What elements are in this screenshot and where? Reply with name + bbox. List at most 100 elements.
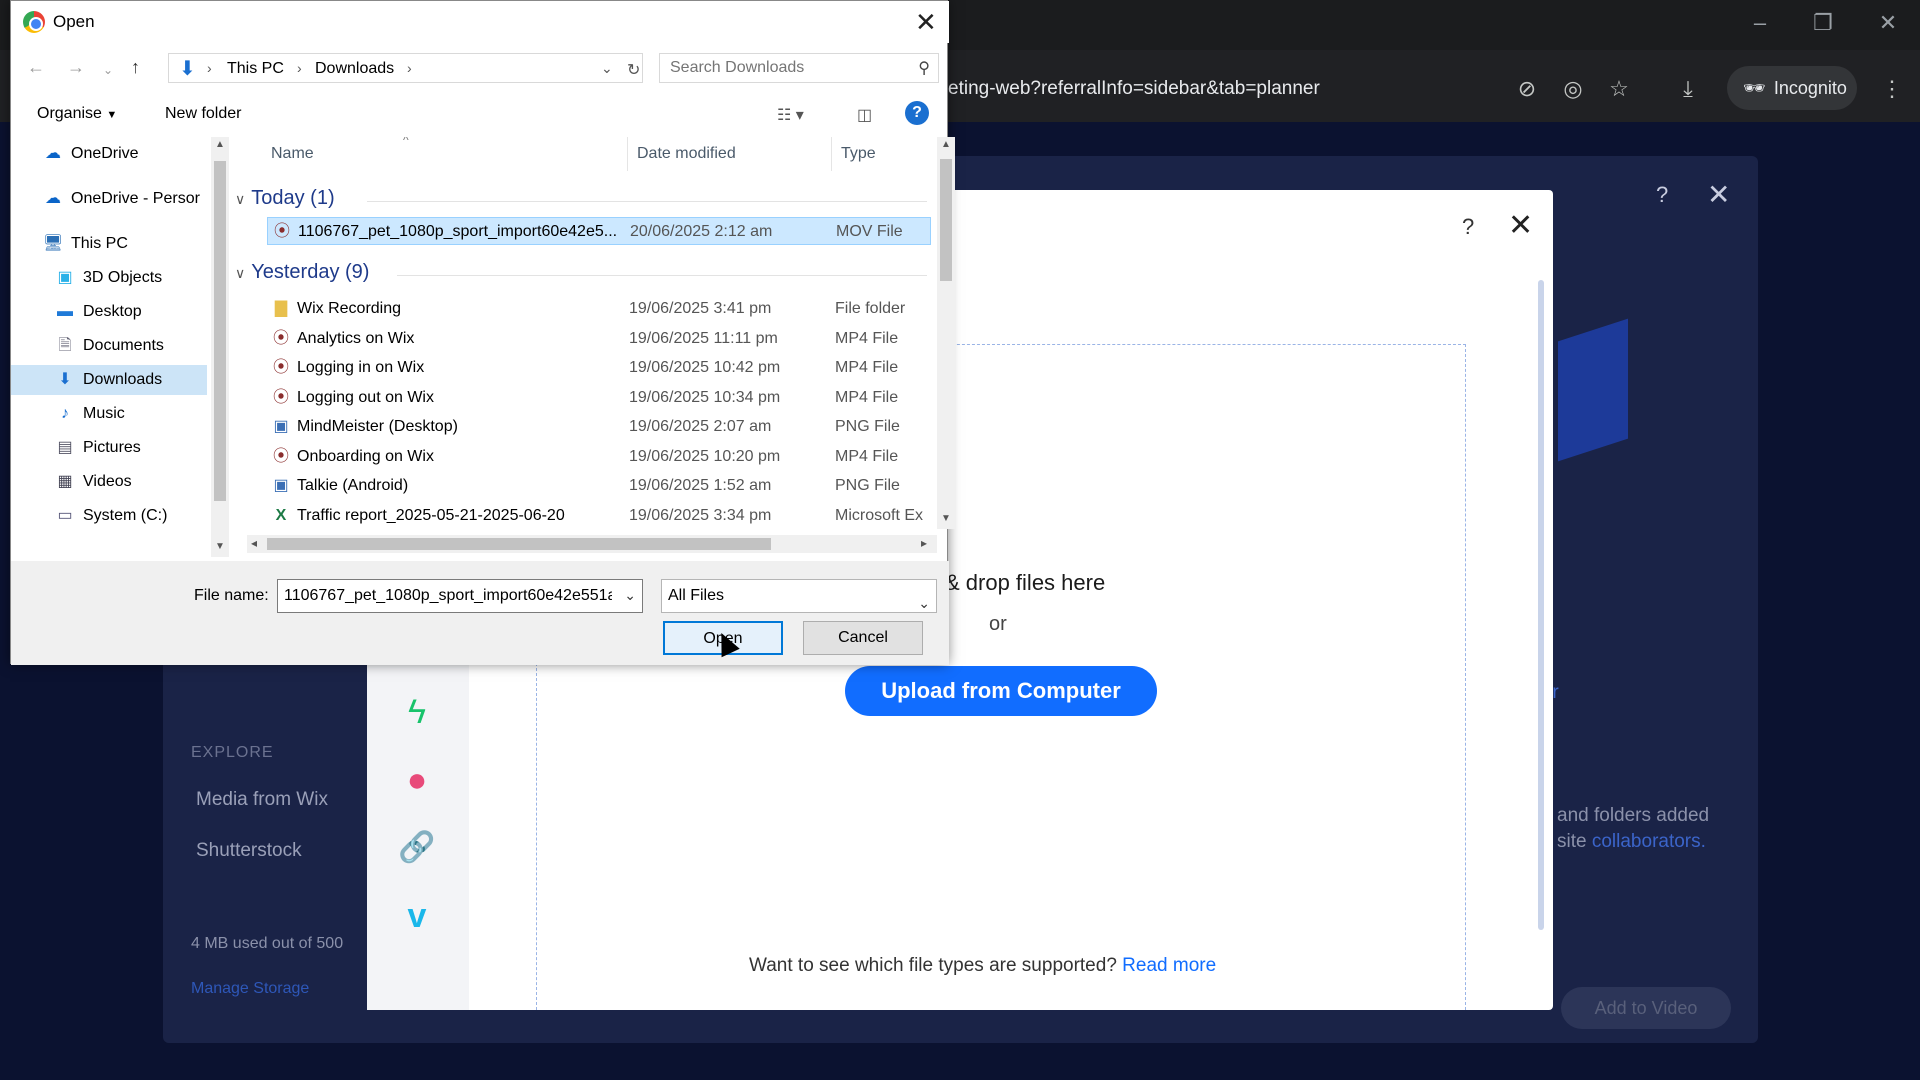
upload-from-computer-button[interactable]: Upload from Computer: [845, 666, 1157, 716]
upload-help-icon[interactable]: ?: [1462, 214, 1474, 240]
link-icon[interactable]: 🔗: [395, 826, 439, 870]
add-to-video-button[interactable]: Add to Video: [1561, 987, 1731, 1029]
file-row[interactable]: X Traffic report_2025-05-21-2025-06-20 1…: [267, 502, 931, 530]
dialog-title-bar: Open ✕: [11, 1, 949, 43]
cloud-icon: ☁: [45, 145, 61, 162]
nav-item-onedrive[interactable]: ☁ OneDrive: [11, 139, 207, 169]
nav-item-pictures[interactable]: ▤ Pictures: [11, 433, 207, 463]
minimize-icon[interactable]: –: [1740, 10, 1780, 36]
read-more-link[interactable]: Read more: [1122, 955, 1216, 976]
preview-pane-icon[interactable]: ◫: [857, 105, 872, 125]
nav-scroll-thumb[interactable]: [214, 161, 226, 501]
nav-item-3d-objects[interactable]: ▣ 3D Objects: [11, 263, 207, 293]
video-icon: ▦: [57, 473, 73, 490]
vertical-scroll-thumb[interactable]: [940, 159, 952, 281]
file-row[interactable]: ▣ Talkie (Android) 19/06/2025 1:52 am PN…: [267, 472, 931, 500]
nav-item-desktop[interactable]: ▬ Desktop: [11, 297, 207, 327]
chevron-down-icon[interactable]: ⌄: [624, 587, 636, 604]
eye-off-icon[interactable]: ◎: [1558, 74, 1588, 104]
vimeo-icon[interactable]: v: [395, 894, 439, 938]
download-icon[interactable]: ⤓: [1673, 74, 1703, 104]
breadcrumb-this-pc[interactable]: This PC: [227, 60, 284, 78]
horizontal-scroll-thumb[interactable]: [267, 538, 771, 550]
file-row[interactable]: ⦿ Logging in on Wix 19/06/2025 10:42 pm …: [267, 354, 931, 382]
address-bar[interactable]: eting-web?referralInfo=sidebar&tab=plann…: [948, 70, 1508, 108]
manage-storage-link[interactable]: Manage Storage: [191, 980, 309, 998]
menu-icon[interactable]: ⋮: [1877, 74, 1907, 104]
dribbble-icon[interactable]: ●: [395, 758, 439, 802]
recent-chevron-icon[interactable]: ⌄: [103, 63, 113, 77]
nav-item-music[interactable]: ♪ Music: [11, 399, 207, 429]
or-text: or: [989, 613, 1007, 635]
column-header-name[interactable]: Name: [271, 145, 314, 163]
scroll-down-icon[interactable]: ▼: [941, 513, 951, 524]
restore-icon[interactable]: ❐: [1803, 10, 1843, 36]
nav-item-downloads[interactable]: ⬇ Downloads: [11, 365, 207, 395]
nav-item-system-c[interactable]: ▭ System (C:): [11, 501, 207, 531]
cancel-button[interactable]: Cancel: [803, 621, 923, 655]
file-row[interactable]: ▇ Wix Recording 19/06/2025 3:41 pm File …: [267, 295, 931, 323]
file-row[interactable]: ⦿ 1106767_pet_1080p_sport_import60e42e5.…: [267, 217, 931, 245]
dialog-close-icon[interactable]: ✕: [915, 7, 937, 38]
file-name-input[interactable]: [278, 580, 612, 612]
upload-close-icon[interactable]: ✕: [1508, 208, 1533, 243]
scroll-right-icon[interactable]: ▸: [921, 536, 927, 550]
downloads-arrow-icon: ⬇: [179, 58, 196, 80]
music-icon: ♪: [61, 405, 69, 422]
breadcrumb-downloads[interactable]: Downloads: [315, 60, 394, 78]
chrome-icon: [23, 11, 45, 33]
refresh-icon[interactable]: ↻: [627, 60, 640, 80]
nav-item-documents[interactable]: 🗎 Documents: [11, 331, 207, 361]
view-options-icon[interactable]: ☷ ▾: [777, 105, 804, 125]
document-icon: 🗎: [58, 337, 72, 354]
file-type-select[interactable]: All Files ⌄: [661, 579, 937, 613]
download-icon: ⬇: [58, 371, 72, 388]
navigation-row: ← → ⌄ ↑ ⬇ › This PC › Downloads › ⌄ ↻ ⚲: [11, 51, 949, 87]
scroll-left-icon[interactable]: ◂: [251, 536, 257, 550]
organise-menu[interactable]: Organise ▼: [37, 105, 117, 123]
breadcrumb[interactable]: ⬇ › This PC › Downloads › ⌄ ↻: [168, 53, 643, 83]
file-name-field[interactable]: ⌄: [277, 579, 643, 613]
close-icon[interactable]: ✕: [1707, 178, 1730, 211]
forward-arrow-icon[interactable]: →: [67, 57, 85, 78]
file-list-vertical-scrollbar[interactable]: ▲ ▼: [937, 137, 955, 529]
nav-item-videos[interactable]: ▦ Videos: [11, 467, 207, 497]
shutterstock-link[interactable]: Shutterstock: [196, 840, 302, 862]
nav-item-this-pc[interactable]: 🖥 This PC: [11, 229, 207, 259]
scroll-up-icon[interactable]: ▲: [941, 139, 951, 150]
up-arrow-icon[interactable]: ↑: [131, 57, 140, 78]
search-input[interactable]: [660, 54, 890, 82]
column-header-type[interactable]: Type: [841, 145, 876, 163]
window-close-icon[interactable]: ✕: [1868, 10, 1908, 36]
group-yesterday[interactable]: ∨ Yesterday (9): [235, 261, 369, 284]
upload-scrollbar[interactable]: [1538, 280, 1544, 930]
scroll-up-icon[interactable]: ▲: [215, 139, 225, 150]
new-folder-button[interactable]: New folder: [165, 105, 241, 123]
file-list-horizontal-scrollbar[interactable]: ◂ ▸: [247, 535, 937, 553]
camera-off-icon[interactable]: ⊘: [1512, 74, 1542, 104]
scroll-down-icon[interactable]: ▼: [215, 541, 225, 552]
deviantart-icon[interactable]: ϟ: [395, 690, 439, 734]
help-icon[interactable]: ?: [1656, 182, 1668, 208]
group-today[interactable]: ∨ Today (1): [235, 187, 335, 210]
media-from-wix-link[interactable]: Media from Wix: [196, 789, 328, 811]
column-divider[interactable]: [831, 137, 832, 171]
chevron-down-icon: ⌄: [918, 595, 930, 611]
column-header-date[interactable]: Date modified: [637, 145, 736, 163]
breadcrumb-dropdown-icon[interactable]: ⌄: [601, 60, 613, 77]
file-row[interactable]: ▣ MindMeister (Desktop) 19/06/2025 2:07 …: [267, 413, 931, 441]
nav-pane-scrollbar[interactable]: ▲ ▼: [211, 137, 229, 557]
search-icon[interactable]: ⚲: [918, 58, 930, 78]
column-divider[interactable]: [627, 137, 628, 171]
drop-files-text: & drop files here: [945, 570, 1106, 595]
nav-item-onedrive-personal[interactable]: ☁ OneDrive - Persor: [11, 184, 207, 214]
file-row[interactable]: ⦿ Onboarding on Wix 19/06/2025 10:20 pm …: [267, 443, 931, 471]
search-box[interactable]: ⚲: [659, 53, 939, 83]
incognito-badge[interactable]: 🕶 Incognito: [1727, 66, 1857, 110]
file-row[interactable]: ⦿ Analytics on Wix 19/06/2025 11:11 pm M…: [267, 325, 931, 353]
star-icon[interactable]: ☆: [1604, 74, 1634, 104]
dialog-help-icon[interactable]: ?: [905, 101, 929, 125]
collaborators-link[interactable]: collaborators.: [1592, 831, 1706, 852]
back-arrow-icon[interactable]: ←: [27, 57, 45, 78]
file-row[interactable]: ⦿ Logging out on Wix 19/06/2025 10:34 pm…: [267, 384, 931, 412]
